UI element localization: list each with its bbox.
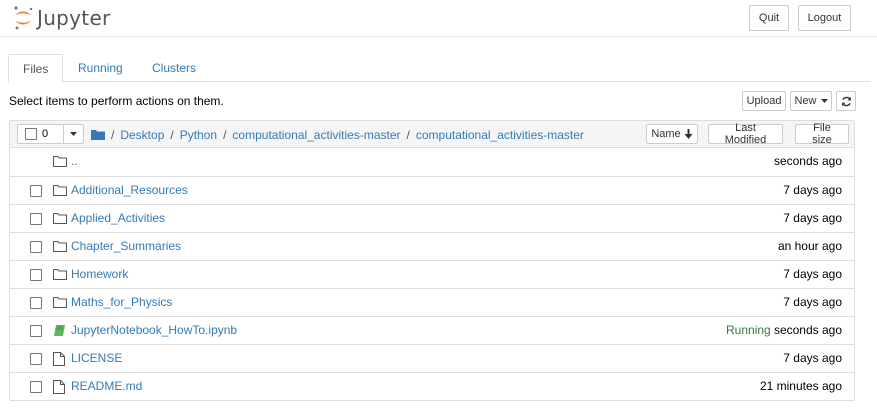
file-list: 0 / Desktop / Python / computational_act… (9, 120, 855, 401)
item-modified: 7 days ago (783, 211, 842, 225)
folder-icon (53, 155, 67, 169)
item-modified: 7 days ago (783, 351, 842, 365)
list-item[interactable]: Homework 7 days ago (10, 260, 854, 288)
running-status: Running (726, 323, 771, 337)
item-modified: seconds ago (773, 154, 842, 168)
quit-button[interactable]: Quit (749, 5, 789, 31)
selected-count: 0 (42, 128, 49, 140)
caret-down-icon (70, 132, 77, 136)
breadcrumb: / Desktop / Python / computational_activ… (91, 121, 584, 148)
item-modified: seconds ago (773, 323, 842, 337)
folder-icon (53, 296, 67, 310)
notebook-icon (53, 324, 67, 338)
item-name[interactable]: Homework (71, 267, 128, 281)
folder-icon (53, 240, 67, 254)
new-button-label: New (794, 95, 817, 107)
jupyter-logo-icon (12, 5, 34, 31)
item-modified: 21 minutes ago (759, 379, 842, 393)
item-name[interactable]: Maths_for_Physics (71, 295, 172, 309)
arrow-down-icon (684, 129, 693, 139)
upload-button[interactable]: Upload (742, 91, 786, 111)
item-name[interactable]: Applied_Activities (71, 211, 165, 225)
item-checkbox[interactable] (30, 381, 42, 393)
folder-icon (53, 268, 67, 282)
list-item[interactable]: .. seconds ago (10, 148, 854, 176)
item-name[interactable]: .. (71, 154, 78, 168)
select-all-dropdown[interactable]: 0 (17, 124, 84, 144)
caret-down-icon (820, 99, 828, 103)
item-checkbox[interactable] (30, 325, 42, 337)
list-item[interactable]: Chapter_Summaries an hour ago (10, 232, 854, 260)
sort-by-name-button[interactable]: Name (646, 124, 698, 144)
item-name[interactable]: Additional_Resources (71, 183, 188, 197)
folder-icon (53, 184, 67, 198)
new-dropdown-button[interactable]: New (790, 91, 832, 111)
item-checkbox[interactable] (30, 185, 42, 197)
file-list-header: 0 / Desktop / Python / computational_act… (10, 121, 854, 148)
file-icon (53, 352, 67, 366)
sort-by-modified-button[interactable]: Last Modified (708, 122, 783, 146)
breadcrumb-separator: / (406, 127, 410, 142)
jupyter-logo-text: Jupyter (37, 6, 111, 30)
logout-button[interactable]: Logout (798, 5, 851, 31)
item-checkbox[interactable] (30, 353, 42, 365)
list-item[interactable]: LICENSE 7 days ago (10, 344, 854, 372)
item-checkbox[interactable] (30, 269, 42, 281)
breadcrumb-desktop[interactable]: Desktop (120, 128, 164, 142)
breadcrumb-separator: / (111, 127, 115, 142)
header-bar: Jupyter Quit Logout (0, 0, 877, 37)
item-modified: an hour ago (777, 239, 842, 253)
item-name[interactable]: LICENSE (71, 351, 122, 365)
sort-name-label: Name (651, 128, 681, 140)
sort-by-size-button[interactable]: File size (795, 122, 849, 146)
item-modified: 7 days ago (783, 295, 842, 309)
breadcrumb-separator: / (170, 127, 174, 142)
file-icon (53, 380, 67, 394)
breadcrumb-python[interactable]: Python (180, 128, 217, 142)
jupyter-logo[interactable]: Jupyter (12, 4, 111, 32)
refresh-icon (841, 96, 852, 107)
item-name[interactable]: Chapter_Summaries (71, 239, 181, 253)
tab-clusters[interactable]: Clusters (138, 54, 210, 82)
item-modified: 7 days ago (783, 183, 842, 197)
home-folder-icon[interactable] (91, 129, 105, 140)
tab-bar: Files Running Clusters (8, 54, 870, 83)
list-item[interactable]: Applied_Activities 7 days ago (10, 204, 854, 232)
item-checkbox[interactable] (30, 241, 42, 253)
list-item[interactable]: Maths_for_Physics 7 days ago (10, 288, 854, 316)
folder-icon (53, 212, 67, 226)
item-modified: 7 days ago (783, 267, 842, 281)
select-all-checkbox[interactable] (25, 128, 37, 140)
list-item[interactable]: README.md 21 minutes ago (10, 372, 854, 400)
tab-running[interactable]: Running (64, 54, 137, 82)
selector-divider (63, 125, 64, 143)
list-item[interactable]: JupyterNotebook_HowTo.ipynb Running seco… (10, 316, 854, 344)
instructions-text: Select items to perform actions on them. (9, 94, 224, 108)
tab-files[interactable]: Files (8, 54, 64, 83)
item-checkbox[interactable] (30, 297, 42, 309)
item-name[interactable]: JupyterNotebook_HowTo.ipynb (71, 323, 237, 337)
breadcrumb-computational-activities-current[interactable]: computational_activities-master (416, 128, 584, 142)
item-name[interactable]: README.md (71, 379, 142, 393)
breadcrumb-separator: / (223, 127, 227, 142)
breadcrumb-computational-activities[interactable]: computational_activities-master (232, 128, 400, 142)
list-item[interactable]: Additional_Resources 7 days ago (10, 176, 854, 204)
refresh-button[interactable] (836, 91, 856, 111)
item-checkbox[interactable] (30, 213, 42, 225)
